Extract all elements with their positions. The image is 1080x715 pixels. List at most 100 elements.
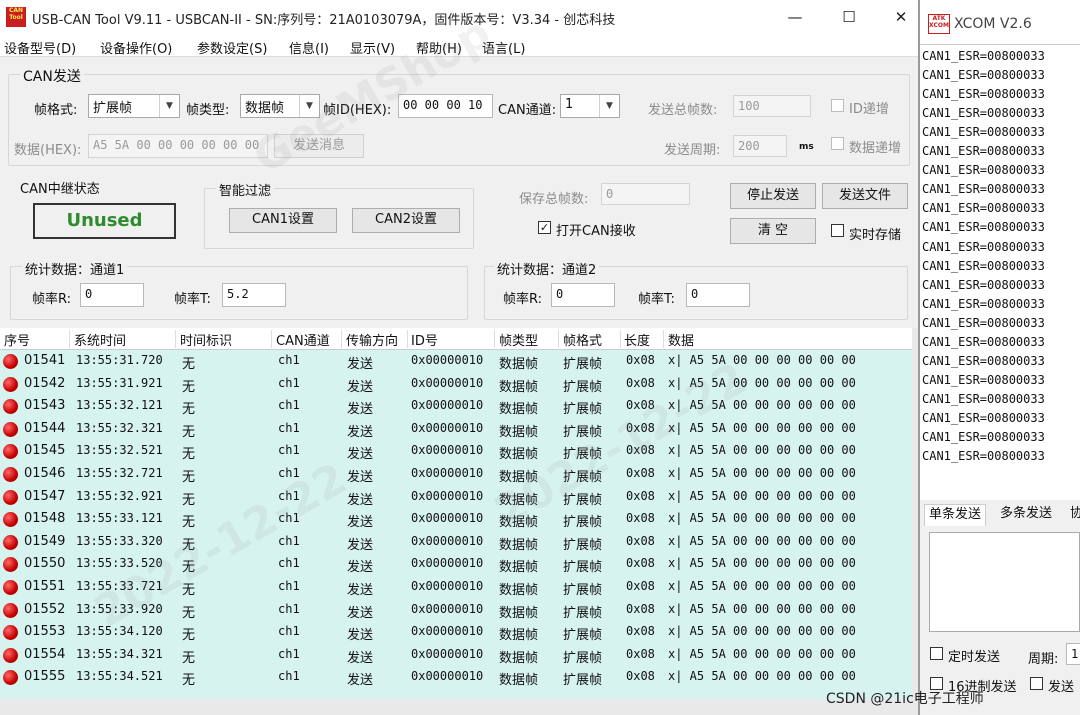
frame-type-select[interactable]: 数据帧 ▼	[240, 94, 320, 118]
cell-frame-type: 数据帧	[499, 470, 539, 485]
data-increment-checkbox[interactable]	[831, 137, 844, 150]
cell-can-channel: ch1	[278, 669, 300, 684]
frame-id-label: 帧ID(HEX):	[323, 103, 392, 118]
can-channel-select[interactable]: 1 ▼	[560, 94, 620, 118]
total-frames-input[interactable]: 100	[733, 95, 811, 117]
table-row[interactable]: 01545 13:55:32.521 无 ch1 发送 0x00000010 数据帧 扩展帧 0…	[0, 440, 912, 463]
cell-index: 01546	[24, 466, 66, 481]
cell-id: 0x00000010	[411, 420, 484, 435]
log-line: CAN1_ESR=00800033	[922, 106, 1045, 121]
table-row[interactable]: 01544 13:55:32.321 无 ch1 发送 0x00000010 数据帧 扩展帧 0…	[0, 418, 912, 441]
timed-send-checkbox[interactable]	[930, 647, 943, 660]
data-hex-input[interactable]: A5 5A 00 00 00 00 00 00	[88, 134, 268, 158]
xcom-receive-log[interactable]: CAN1_ESR=00800033 CAN1_ESR=00800033 CAN1_E…	[920, 44, 1080, 500]
clear-button[interactable]: 清 空	[730, 218, 816, 244]
period-unit: ms	[799, 142, 814, 152]
table-row[interactable]: 01548 13:55:33.121 无 ch1 发送 0x00000010 数据帧 扩展帧 0…	[0, 508, 912, 531]
col-header-timestamp[interactable]: 时间标识	[180, 330, 272, 349]
cell-id: 0x00000010	[411, 601, 484, 616]
table-row[interactable]: 01541 13:55:31.720 无 ch1 发送 0x00000010 数据帧 扩展帧 0…	[0, 350, 912, 373]
cell-direction: 发送	[347, 357, 374, 372]
menu-device-model[interactable]: 设备型号(D)	[4, 38, 76, 57]
table-row[interactable]: 01542 13:55:31.921 无 ch1 发送 0x00000010 数据帧 扩展帧 0…	[0, 373, 912, 396]
cell-length: 0x08	[626, 646, 655, 661]
status-dot-icon	[3, 444, 18, 460]
cell-length: 0x08	[626, 375, 655, 390]
can1-settings-button[interactable]: CAN1设置	[229, 208, 337, 233]
send-period-input[interactable]: 200	[733, 135, 787, 157]
tab-multi-send[interactable]: 多条发送	[996, 504, 1056, 526]
menu-parameters[interactable]: 参数设定(S)	[197, 38, 267, 57]
table-row[interactable]: 01547 13:55:32.921 无 ch1 发送 0x00000010 数据帧 扩展帧 0…	[0, 486, 912, 509]
col-header-data[interactable]: 数据	[668, 330, 908, 349]
cell-direction: 发送	[347, 470, 374, 485]
menu-device-operation[interactable]: 设备操作(O)	[100, 38, 172, 57]
col-header-frame-type[interactable]: 帧类型	[499, 330, 559, 349]
xcom-send-textarea[interactable]	[929, 532, 1080, 632]
send-message-button[interactable]: 发送消息	[274, 134, 364, 158]
cell-index: 01553	[24, 624, 66, 640]
xcom-period-input[interactable]: 1(	[1066, 643, 1080, 665]
table-row[interactable]: 01552 13:55:33.920 无 ch1 发送 0x00000010 数据帧 扩展帧 0…	[0, 599, 912, 622]
cell-frame-type: 数据帧	[499, 628, 539, 644]
frame-type-label: 帧类型:	[186, 103, 230, 118]
cell-system-time: 13:55:32.921	[76, 488, 163, 503]
realtime-save-checkbox[interactable]	[831, 224, 844, 237]
col-header-system-time[interactable]: 系统时间	[74, 330, 176, 349]
menu-info[interactable]: 信息(I)	[289, 38, 329, 57]
maximize-button[interactable]: ☐	[826, 0, 872, 34]
can2-settings-button[interactable]: CAN2设置	[352, 208, 460, 233]
timed-send-label: 定时发送	[948, 650, 1001, 665]
menu-language[interactable]: 语言(L)	[482, 38, 525, 57]
col-header-id[interactable]: ID号	[411, 330, 495, 349]
table-row[interactable]: 01551 13:55:33.721 无 ch1 发送 0x00000010 数据帧 扩展帧 0…	[0, 576, 912, 599]
tab-single-send[interactable]: 单条发送	[924, 504, 987, 526]
minimize-button[interactable]: —	[772, 0, 818, 34]
cell-frame-type: 数据帧	[499, 447, 539, 463]
table-horizontal-scrollbar[interactable]	[0, 699, 918, 715]
table-row[interactable]: 01549 13:55:33.320 无 ch1 发送 0x00000010 数据帧 扩展帧 0…	[0, 531, 912, 554]
cell-direction: 发送	[347, 379, 374, 395]
cell-timestamp: 无	[182, 560, 196, 576]
id-increment-checkbox[interactable]	[831, 99, 844, 112]
col-header-length[interactable]: 长度	[624, 330, 664, 349]
cell-timestamp: 无	[182, 402, 196, 418]
frame-id-input[interactable]: 00 00 00 10	[398, 94, 493, 118]
status-dot-icon	[3, 489, 18, 505]
table-row[interactable]: 01554 13:55:34.321 无 ch1 发送 0x00000010 数据帧 扩展帧 0…	[0, 644, 912, 667]
log-line: CAN1_ESR=00800033	[922, 125, 1045, 140]
cell-frame-type: 数据帧	[499, 560, 539, 576]
open-can-receive-checkbox[interactable]: ✓	[538, 221, 551, 234]
table-row[interactable]: 01546 13:55:32.721 无 ch1 发送 0x00000010 数据帧 扩展帧 0…	[0, 463, 912, 486]
tab-protocol[interactable]: 协	[1066, 504, 1080, 526]
cell-id: 0x00000010	[411, 669, 484, 684]
cell-timestamp: 无	[182, 605, 196, 621]
smart-filter-title: 智能过滤	[216, 180, 275, 199]
col-header-index[interactable]: 序号	[4, 330, 70, 349]
cell-id: 0x00000010	[411, 511, 484, 526]
col-header-can-channel[interactable]: CAN通道	[276, 330, 342, 349]
menu-bar: 设备型号(D) 设备操作(O) 参数设定(S) 信息(I) 显示(V) 帮助(H…	[0, 35, 918, 57]
send-file-button[interactable]: 发送文件	[822, 183, 908, 209]
cell-id: 0x00000010	[411, 443, 484, 458]
can-channel-value: 1	[565, 97, 574, 112]
col-header-frame-format[interactable]: 帧格式	[563, 330, 621, 349]
menu-display[interactable]: 显示(V)	[350, 38, 395, 57]
cell-length: 0x08	[626, 488, 655, 503]
table-row[interactable]: 01553 13:55:34.120 无 ch1 发送 0x00000010 数据帧 扩展帧 0…	[0, 621, 912, 644]
table-row[interactable]: 01550 13:55:33.520 无 ch1 发送 0x00000010 数据帧 扩展帧 0…	[0, 553, 912, 576]
save-total-input[interactable]: 0	[601, 183, 690, 205]
col-header-direction[interactable]: 传输方向	[346, 330, 408, 349]
table-row[interactable]: 01543 13:55:32.121 无 ch1 发送 0x00000010 数据帧 扩展帧 0…	[0, 395, 912, 418]
cell-frame-type: 数据帧	[499, 492, 539, 508]
usb-can-tool-window: CAN Tool USB-CAN Tool V9.11 - USBCAN-II …	[0, 0, 918, 715]
cell-frame-type: 数据帧	[499, 402, 539, 418]
frame-format-select[interactable]: 扩展帧 ▼	[88, 94, 180, 118]
stop-send-button[interactable]: 停止发送	[730, 183, 816, 209]
table-row[interactable]: 01555 13:55:34.521 无 ch1 发送 0x00000010 数据帧 扩展帧 0…	[0, 666, 912, 689]
cell-timestamp: 无	[182, 583, 196, 598]
menu-help[interactable]: 帮助(H)	[416, 38, 462, 57]
cell-can-channel: ch1	[278, 443, 300, 458]
cell-index: 01545	[24, 443, 66, 459]
send-newline-checkbox[interactable]	[1030, 677, 1043, 690]
